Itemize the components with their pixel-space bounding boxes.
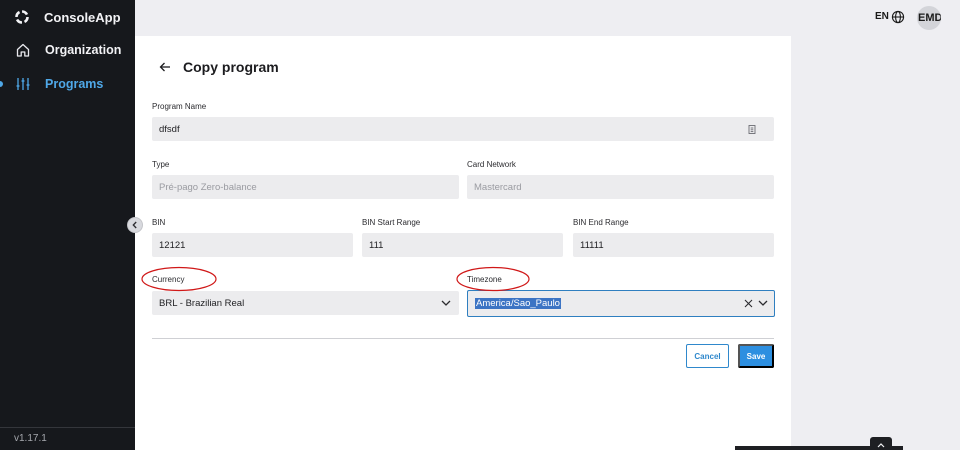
card-network-label: Card Network [467,160,516,169]
page-title: Copy program [183,59,279,75]
save-button[interactable]: Save [738,344,774,368]
currency-value: BRL - Brazilian Real [159,297,245,309]
type-label: Type [152,160,170,169]
sidebar-item-programs[interactable]: Programs [0,72,135,96]
sidebar-item-organization[interactable]: Organization [0,38,135,62]
active-indicator [0,81,3,87]
type-value: Pré-pago Zero-balance [159,181,257,193]
back-arrow-icon[interactable] [159,60,171,78]
bin-start-field[interactable]: 111 [362,233,563,257]
app-version: v1.17.1 [14,433,47,444]
main-content: Copy program Program Name dfsdf Type Pré… [135,36,791,450]
sidebar-divider [0,427,135,428]
right-panel [791,36,960,450]
cancel-button[interactable]: Cancel [686,344,729,368]
sidebar: ConsoleApp Organization Programs v1.17.1 [0,0,135,450]
clear-icon[interactable] [744,299,753,311]
card-network-value: Mastercard [474,181,522,193]
form-divider [152,338,774,339]
app-window: ConsoleApp Organization Programs v1.17.1… [0,0,960,450]
globe-icon[interactable] [891,10,905,29]
sidebar-item-label: Programs [45,77,104,91]
clipboard-icon[interactable] [748,124,756,137]
chevron-down-icon[interactable] [758,299,768,310]
timezone-value[interactable]: America/Sao_Paulo [475,298,561,309]
collapse-sidebar-button[interactable] [127,217,143,233]
bin-start-value: 111 [369,239,384,251]
bin-end-field[interactable]: 11111 [573,233,774,257]
sliders-icon [15,76,31,92]
program-name-value: dfsdf [159,123,180,135]
sidebar-item-label: Organization [45,43,122,57]
currency-select[interactable]: BRL - Brazilian Real [152,291,459,315]
bin-end-value: 11111 [580,239,604,251]
avatar[interactable]: EMD [917,6,941,30]
bin-label: BIN [152,218,166,227]
card-network-field: Mastercard [467,175,774,199]
chevron-left-icon [131,216,139,234]
currency-label: Currency [152,275,185,284]
bin-end-label: BIN End Range [573,218,629,227]
timezone-select[interactable]: America/Sao_Paulo [467,290,775,317]
app-name: ConsoleApp [44,9,121,25]
bin-field[interactable]: 12121 [152,233,353,257]
logo-icon [14,9,30,25]
program-name-field[interactable]: dfsdf [152,117,774,141]
bottom-drawer-toggle[interactable] [870,437,892,450]
timezone-label: Timezone [467,275,502,284]
topbar: EN EMD [135,0,960,36]
language-selector[interactable]: EN [875,11,889,22]
home-icon [15,42,31,58]
brand[interactable]: ConsoleApp [14,8,121,26]
chevron-down-icon[interactable] [441,299,451,310]
bin-start-label: BIN Start Range [362,218,421,227]
type-field: Pré-pago Zero-balance [152,175,459,199]
bin-value: 12121 [159,239,186,251]
chevron-up-icon [877,435,885,450]
program-name-label: Program Name [152,102,207,111]
